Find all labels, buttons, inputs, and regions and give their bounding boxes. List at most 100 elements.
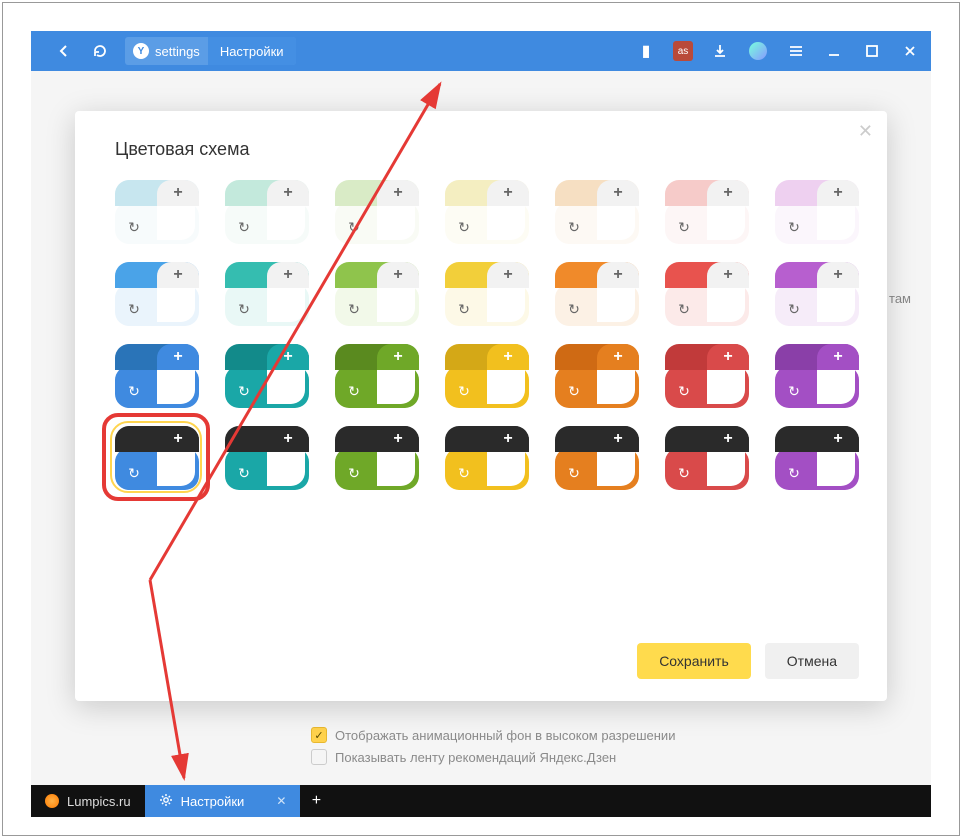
reload-icon: ↻ xyxy=(238,301,250,318)
plus-icon: + xyxy=(393,266,402,284)
color-swatch[interactable]: + ↻ xyxy=(335,180,419,244)
plus-icon: + xyxy=(503,266,512,284)
reload-icon: ↻ xyxy=(678,465,690,482)
reload-icon: ↻ xyxy=(568,301,580,318)
extension-lastfm-icon[interactable]: as xyxy=(673,41,693,61)
color-swatch[interactable]: + ↻ xyxy=(445,262,529,326)
plus-icon: + xyxy=(283,266,292,284)
reload-icon: ↻ xyxy=(458,383,470,400)
plus-icon: + xyxy=(283,430,292,448)
reload-icon: ↻ xyxy=(348,301,360,318)
color-swatch[interactable]: + ↻ xyxy=(445,426,529,490)
checkbox-icon[interactable]: ✓ xyxy=(311,727,327,743)
back-button[interactable] xyxy=(49,36,79,66)
color-scheme-modal: ✕ Цветовая схема + ↻ + ↻ + ↻ + ↻ xyxy=(75,111,887,701)
reload-icon: ↻ xyxy=(678,383,690,400)
plus-icon: + xyxy=(283,348,292,366)
plus-icon: + xyxy=(173,430,182,448)
checkbox-icon[interactable] xyxy=(311,749,327,765)
reload-icon: ↻ xyxy=(678,219,690,236)
tab-label: Настройки xyxy=(181,794,245,809)
tab-close-icon[interactable]: ✕ xyxy=(276,794,286,808)
color-swatch[interactable]: + ↻ xyxy=(115,344,199,408)
close-button[interactable] xyxy=(899,40,921,62)
content-area: там ✓ Отображать анимационный фон в высок… xyxy=(31,71,931,787)
color-swatch[interactable]: + ↻ xyxy=(555,344,639,408)
address-bar[interactable]: Ysettings Настройки xyxy=(125,37,296,65)
reload-icon: ↻ xyxy=(458,219,470,236)
gear-icon xyxy=(159,793,173,810)
color-swatch[interactable]: + ↻ xyxy=(555,426,639,490)
color-swatch[interactable]: + ↻ xyxy=(775,344,859,408)
close-icon[interactable]: ✕ xyxy=(858,121,873,142)
new-tab-button[interactable]: + xyxy=(300,785,332,817)
color-swatch[interactable]: + ↻ xyxy=(555,180,639,244)
plus-icon: + xyxy=(613,430,622,448)
plus-icon: + xyxy=(393,348,402,366)
color-swatch[interactable]: + ↻ xyxy=(335,426,419,490)
reload-button[interactable] xyxy=(85,36,115,66)
page-title: Настройки xyxy=(220,44,284,59)
color-swatch[interactable]: + ↻ xyxy=(115,426,199,490)
address-text: settings xyxy=(155,44,200,59)
color-swatch[interactable]: + ↻ xyxy=(445,180,529,244)
tab-bar: Lumpics.ru Настройки ✕ + xyxy=(31,785,931,817)
color-swatch[interactable]: + ↻ xyxy=(335,344,419,408)
maximize-button[interactable] xyxy=(861,40,883,62)
color-swatch[interactable]: + ↻ xyxy=(225,344,309,408)
minimize-button[interactable] xyxy=(823,40,845,62)
plus-icon: + xyxy=(723,348,732,366)
site-icon xyxy=(45,794,59,808)
reload-icon: ↻ xyxy=(788,465,800,482)
color-swatch[interactable]: + ↻ xyxy=(115,262,199,326)
plus-icon: + xyxy=(393,430,402,448)
color-swatch[interactable]: + ↻ xyxy=(665,426,749,490)
reload-icon: ↻ xyxy=(348,219,360,236)
reload-icon: ↻ xyxy=(238,465,250,482)
reload-icon: ↻ xyxy=(788,301,800,318)
plus-icon: + xyxy=(723,184,732,202)
plus-icon: + xyxy=(833,266,842,284)
reload-icon: ↻ xyxy=(568,465,580,482)
plus-icon: + xyxy=(723,266,732,284)
color-swatch[interactable]: + ↻ xyxy=(555,262,639,326)
color-swatch[interactable]: + ↻ xyxy=(665,262,749,326)
color-swatch[interactable]: + ↻ xyxy=(775,180,859,244)
background-checkboxes: ✓ Отображать анимационный фон в высоком р… xyxy=(311,727,675,771)
color-swatch[interactable]: + ↻ xyxy=(775,426,859,490)
checkbox-label: Показывать ленту рекомендаций Яндекс.Дзе… xyxy=(335,750,616,765)
color-swatch[interactable]: + ↻ xyxy=(665,344,749,408)
checkbox-label: Отображать анимационный фон в высоком ра… xyxy=(335,728,675,743)
plus-icon: + xyxy=(173,348,182,366)
reload-icon: ↻ xyxy=(128,465,140,482)
reload-icon: ↻ xyxy=(128,383,140,400)
extension-icon[interactable] xyxy=(747,40,769,62)
downloads-icon[interactable] xyxy=(709,40,731,62)
tab-lumpics[interactable]: Lumpics.ru xyxy=(31,785,145,817)
yandex-icon: Y xyxy=(133,43,149,59)
color-swatch[interactable]: + ↻ xyxy=(225,262,309,326)
plus-icon: + xyxy=(723,430,732,448)
bookmark-icon[interactable]: ▮ xyxy=(635,40,657,62)
plus-icon: + xyxy=(833,184,842,202)
plus-icon: + xyxy=(833,348,842,366)
browser-titlebar: Ysettings Настройки ▮ as xyxy=(31,31,931,71)
color-swatch[interactable]: + ↻ xyxy=(445,344,529,408)
color-swatch[interactable]: + ↻ xyxy=(225,180,309,244)
color-swatch[interactable]: + ↻ xyxy=(335,262,419,326)
plus-icon: + xyxy=(173,184,182,202)
cancel-button[interactable]: Отмена xyxy=(765,643,859,679)
plus-icon: + xyxy=(613,266,622,284)
save-button[interactable]: Сохранить xyxy=(637,643,751,679)
color-swatch[interactable]: + ↻ xyxy=(665,180,749,244)
color-swatch[interactable]: + ↻ xyxy=(775,262,859,326)
menu-icon[interactable] xyxy=(785,40,807,62)
reload-icon: ↻ xyxy=(568,219,580,236)
color-swatch[interactable]: + ↻ xyxy=(225,426,309,490)
plus-icon: + xyxy=(503,430,512,448)
tab-settings[interactable]: Настройки ✕ xyxy=(145,785,301,817)
background-text: там xyxy=(889,291,911,306)
color-swatch[interactable]: + ↻ xyxy=(115,180,199,244)
reload-icon: ↻ xyxy=(238,219,250,236)
tab-label: Lumpics.ru xyxy=(67,794,131,809)
